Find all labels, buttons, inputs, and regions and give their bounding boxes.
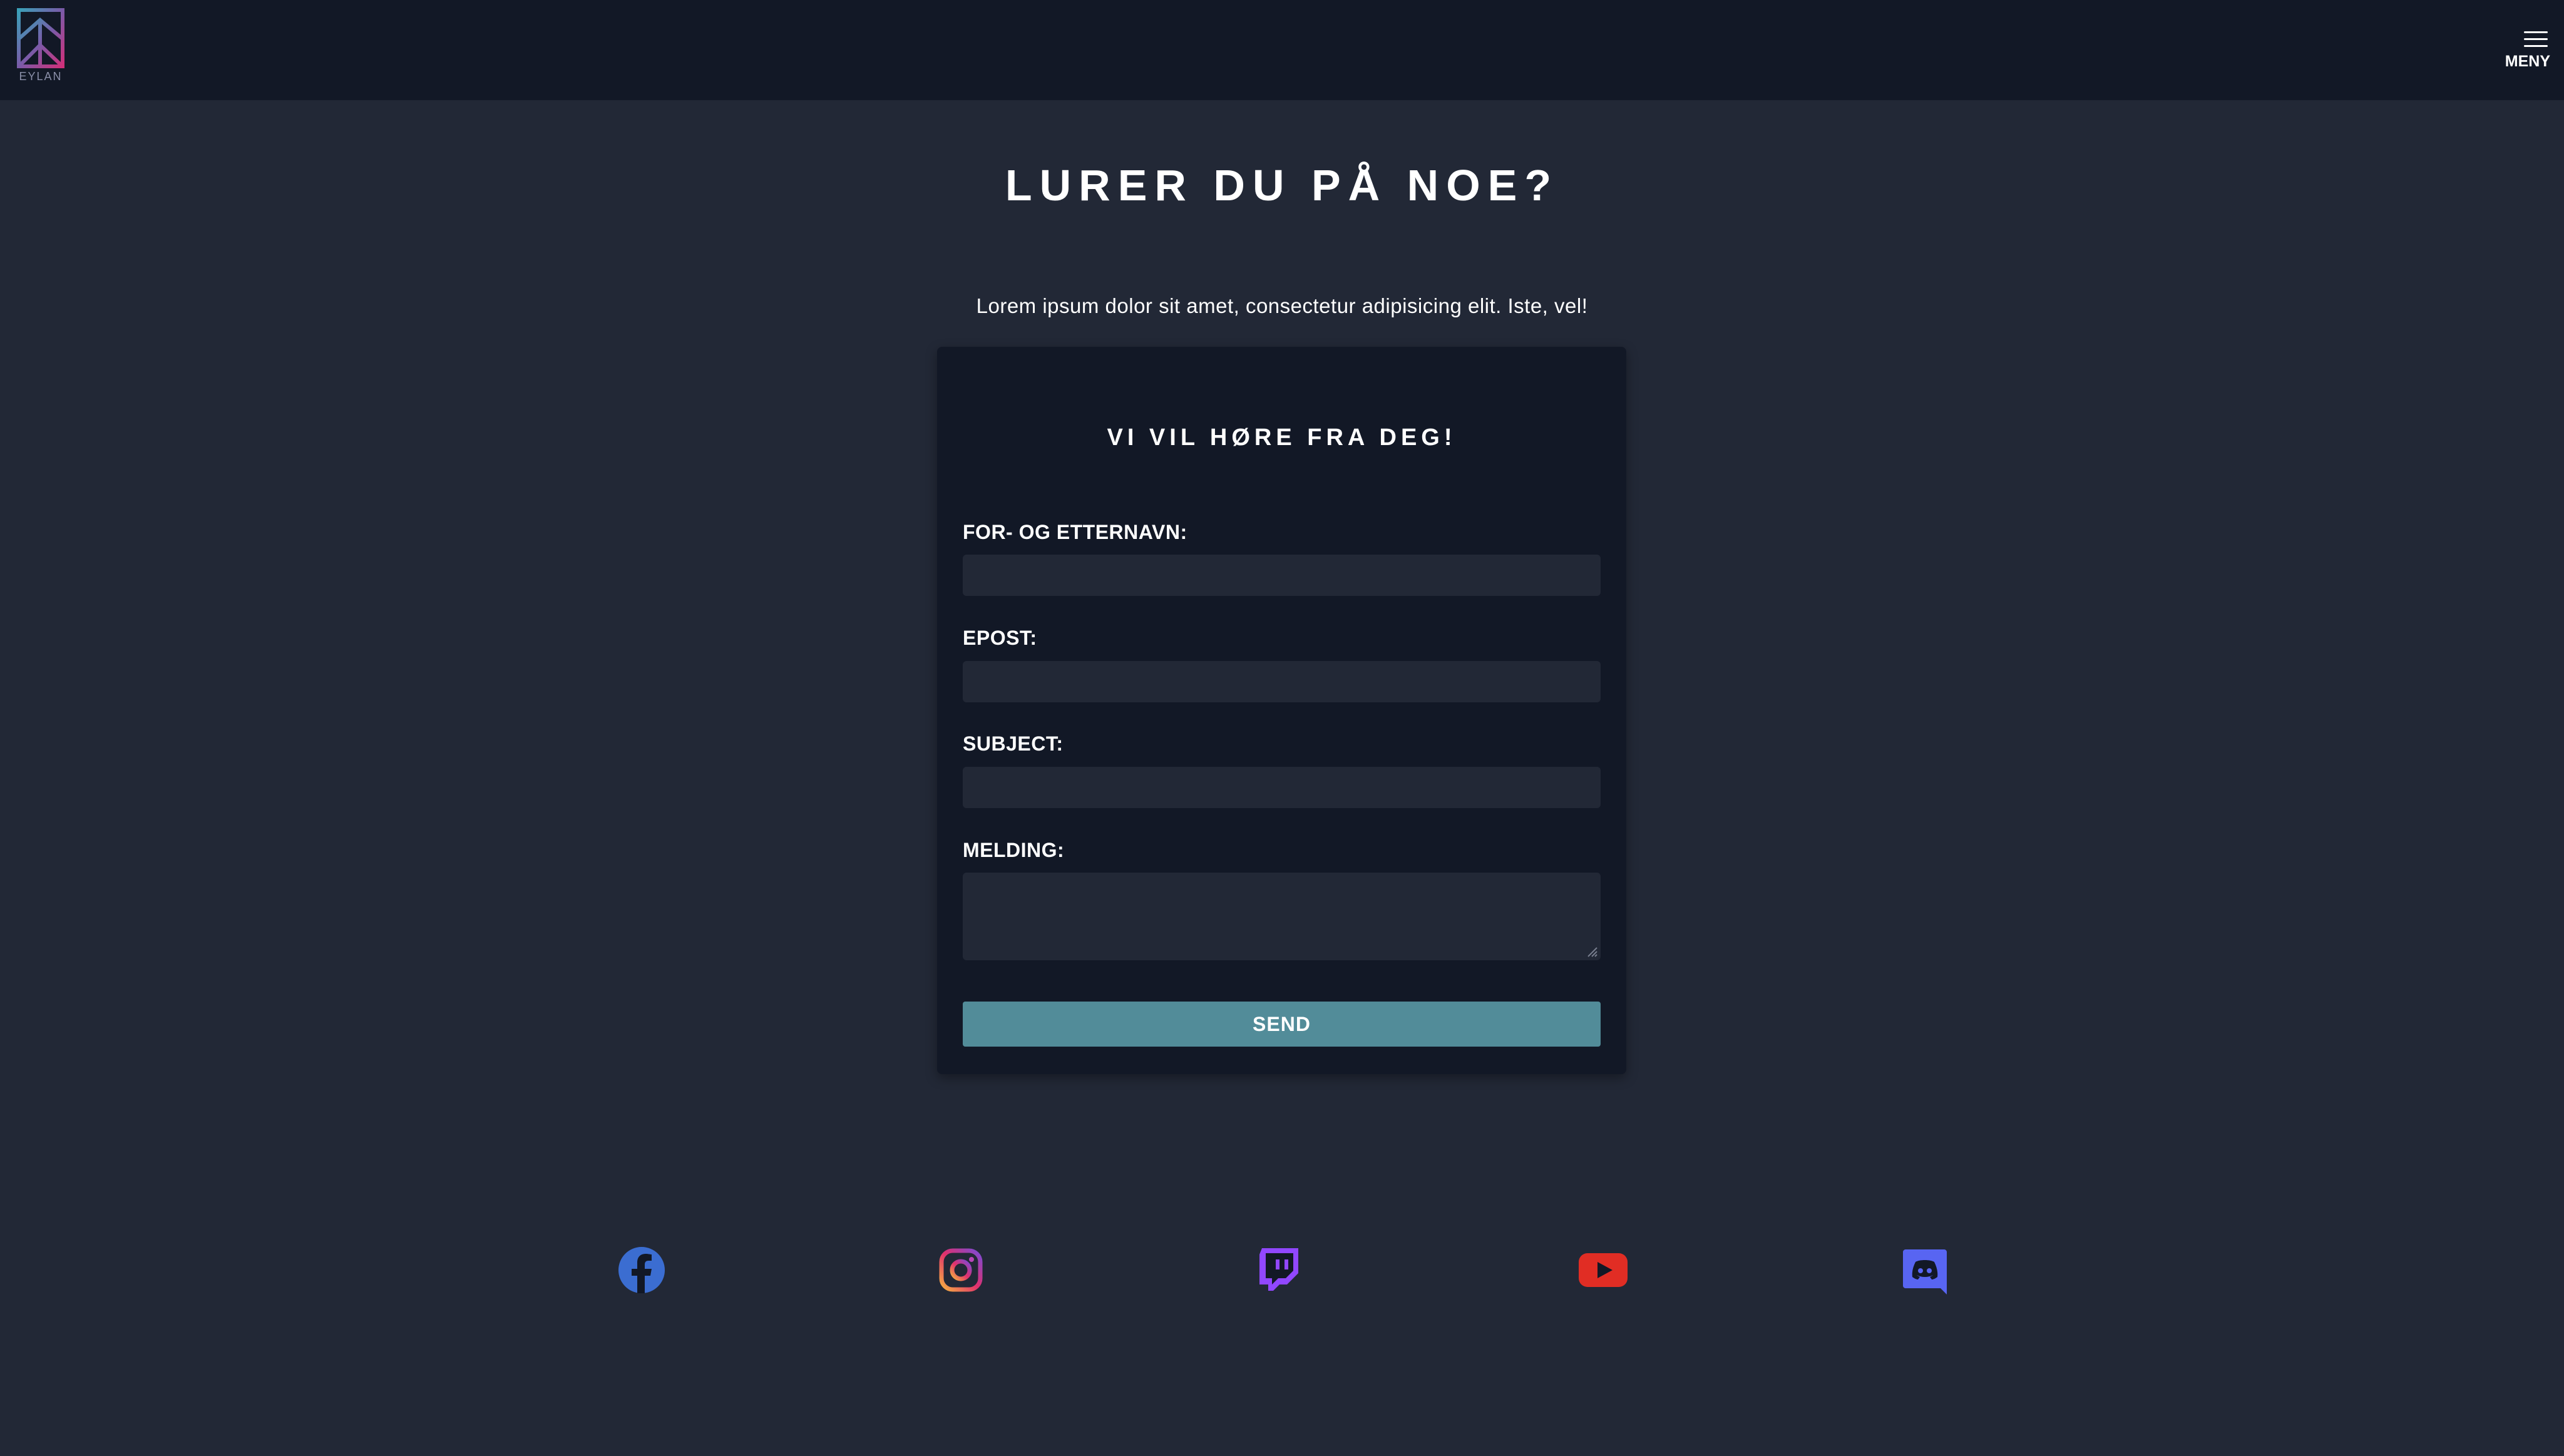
menu-label: MENY	[2505, 53, 2550, 70]
email-field[interactable]	[963, 661, 1601, 702]
facebook-link[interactable]	[616, 1244, 667, 1296]
menu-button[interactable]: MENY	[2500, 28, 2550, 71]
intro-text: Lorem ipsum dolor sit amet, consectetur …	[976, 294, 1588, 317]
form-title: VI VIL HØRE FRA DEG!	[1107, 424, 1457, 451]
message-label: MELDING:	[963, 839, 1065, 861]
hamburger-icon	[2524, 31, 2548, 48]
logo-text: EYLAN	[19, 70, 63, 83]
send-button[interactable]: SEND	[963, 1002, 1601, 1047]
logo[interactable]: EYLAN	[15, 8, 66, 86]
email-label: EPOST:	[963, 627, 1037, 649]
message-wrapper	[963, 873, 1601, 960]
instagram-link[interactable]	[935, 1244, 987, 1296]
discord-link[interactable]	[1899, 1244, 1951, 1296]
page-title: LURER DU PÅ NOE?	[1005, 161, 1559, 210]
youtube-link[interactable]	[1577, 1244, 1629, 1296]
twitch-link[interactable]	[1253, 1244, 1305, 1296]
twitch-icon	[1259, 1248, 1298, 1291]
subject-label: SUBJECT:	[963, 732, 1064, 755]
site-header: EYLAN MENY	[0, 0, 2564, 100]
contact-form: VI VIL HØRE FRA DEG! FOR- OG ETTERNAVN: …	[937, 347, 1626, 1074]
resize-grip-icon[interactable]	[1584, 944, 1598, 958]
discord-icon	[1903, 1249, 1947, 1295]
name-field[interactable]	[963, 555, 1601, 596]
message-field[interactable]	[963, 873, 1601, 960]
facebook-icon	[618, 1247, 665, 1293]
name-label: FOR- OG ETTERNAVN:	[963, 521, 1187, 543]
logo-mark-icon	[17, 8, 64, 68]
instagram-icon	[939, 1248, 983, 1292]
subject-field[interactable]	[963, 767, 1601, 808]
youtube-icon	[1579, 1253, 1628, 1287]
